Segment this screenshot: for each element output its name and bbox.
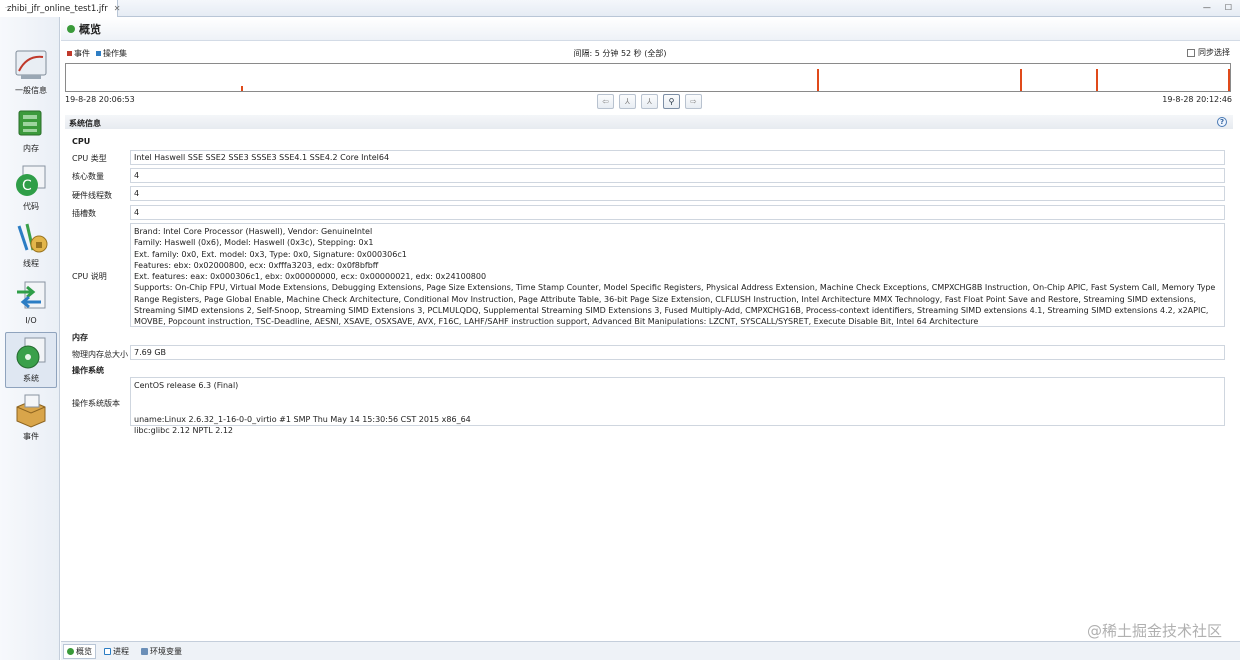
tab-label: 概览	[76, 646, 92, 656]
phys-mem-field[interactable]: 7.69 GB	[130, 345, 1225, 360]
page-header: 概览	[61, 17, 1240, 41]
minimize-button[interactable]: —	[1203, 3, 1211, 12]
system-info-section: 系统信息 ? CPU CPU 类型 Intel Haswell SSE SSE2…	[65, 115, 1233, 638]
system-disc-icon	[13, 335, 49, 371]
cpu-type-field[interactable]: Intel Haswell SSE SSE2 SSE3 SSSE3 SSE4.1…	[130, 150, 1225, 165]
sidebar: 一般信息 内存 C 代码 线程 I/O 系统 事件	[0, 17, 60, 660]
zoom-right-button[interactable]: ⅄	[641, 94, 658, 109]
section-header: 系统信息 ?	[65, 115, 1233, 129]
sidebar-item-label: 事件	[23, 432, 39, 441]
events-box-icon	[13, 393, 49, 429]
editor-tab-bar: zhibi_jfr_online_test1.jfr ✕ — ☐	[0, 0, 1240, 17]
sidebar-item-threads[interactable]: 线程	[5, 218, 57, 274]
sidebar-item-memory[interactable]: 内存	[5, 103, 57, 159]
section-title: 系统信息	[69, 119, 101, 128]
sidebar-item-label: 系统	[23, 374, 39, 383]
timeline-chart[interactable]	[65, 63, 1231, 92]
maximize-button[interactable]: ☐	[1225, 3, 1232, 12]
io-arrows-icon	[13, 278, 49, 314]
tab-label: 环境变量	[150, 646, 182, 656]
sidebar-item-label: 内存	[23, 144, 39, 153]
page-title: 概览	[79, 22, 101, 36]
zoom-left-button[interactable]: ⅄	[619, 94, 636, 109]
timeline-end-time: 19-8-28 20:12:46	[1162, 95, 1232, 104]
timeline-event-tick	[817, 69, 819, 91]
cpu-type-label: CPU 类型	[72, 154, 107, 163]
bottom-tab-bar: 概览 进程 环境变量	[61, 641, 1240, 660]
sidebar-item-io[interactable]: I/O	[5, 276, 57, 332]
os-group-title: 操作系统	[72, 366, 104, 375]
zoom-in-button[interactable]: ⚲	[663, 94, 680, 109]
sockets-field[interactable]: 4	[130, 205, 1225, 220]
sidebar-item-events[interactable]: 事件	[5, 391, 57, 447]
help-icon[interactable]: ?	[1217, 117, 1227, 127]
watermark: @稀土掘金技术社区	[1086, 622, 1222, 640]
env-vars-icon	[141, 647, 148, 655]
sync-select-label: 同步选择	[1198, 48, 1230, 57]
sidebar-item-label: 线程	[23, 259, 39, 268]
sidebar-item-system[interactable]: 系统	[5, 332, 57, 388]
timeline-start-time: 19-8-28 20:06:53	[65, 95, 135, 104]
timeline-event-tick	[1228, 69, 1230, 91]
cores-field[interactable]: 4	[130, 168, 1225, 183]
os-version-field[interactable]: CentOS release 6.3 (Final) uname:Linux 2…	[130, 377, 1225, 435]
cpu-desc-label: CPU 说明	[72, 272, 107, 281]
sync-select-checkbox[interactable]	[1187, 48, 1195, 57]
hw-threads-field[interactable]: 4	[130, 186, 1225, 201]
sidebar-item-label: 一般信息	[15, 86, 47, 95]
sockets-label: 插槽数	[72, 209, 96, 218]
cpu-group-title: CPU	[72, 137, 91, 146]
sidebar-item-label: I/O	[25, 316, 37, 325]
overview-icon	[67, 647, 74, 655]
code-icon: C	[13, 163, 49, 199]
memory-group-title: 内存	[72, 333, 88, 342]
tab-jfr-file[interactable]: zhibi_jfr_online_test1.jfr ✕	[0, 0, 121, 17]
tab-label: 进程	[113, 646, 129, 656]
hw-threads-label: 硬件线程数	[72, 191, 112, 200]
timeline-event-tick	[241, 86, 243, 91]
overview-icon	[67, 24, 75, 33]
window-controls: — ☐	[1203, 3, 1232, 12]
threads-lock-icon	[13, 220, 49, 256]
zoom-out-button[interactable]: ⇦	[597, 94, 614, 109]
sidebar-item-label: 代码	[23, 202, 39, 211]
tab-env-vars[interactable]: 环境变量	[137, 644, 186, 659]
memory-chip-icon	[13, 105, 49, 141]
timeline-zoom-toolbar: ⇦ ⅄ ⅄ ⚲ ⇨	[597, 94, 702, 109]
timeline-event-tick	[1020, 69, 1022, 91]
process-icon	[104, 647, 111, 655]
tab-overview[interactable]: 概览	[63, 643, 96, 659]
timeline-event-tick	[1096, 69, 1098, 91]
zoom-all-button[interactable]: ⇨	[685, 94, 702, 109]
os-version-label: 操作系统版本	[72, 399, 120, 408]
phys-mem-label: 物理内存总大小	[72, 350, 128, 359]
cores-label: 核心数量	[72, 172, 104, 181]
svg-text:C: C	[22, 178, 32, 194]
sidebar-item-code[interactable]: C 代码	[5, 161, 57, 217]
tab-process[interactable]: 进程	[100, 644, 133, 659]
timeline-interval: 间隔: 5 分钟 52 秒 (全部)	[573, 49, 667, 58]
close-icon[interactable]: ✕	[114, 4, 121, 13]
tab-label: zhibi_jfr_online_test1.jfr	[7, 3, 108, 14]
cpu-desc-field[interactable]: Brand: Intel Core Processor (Haswell), V…	[130, 223, 1225, 327]
sync-select-toggle[interactable]: 同步选择	[1187, 47, 1230, 58]
